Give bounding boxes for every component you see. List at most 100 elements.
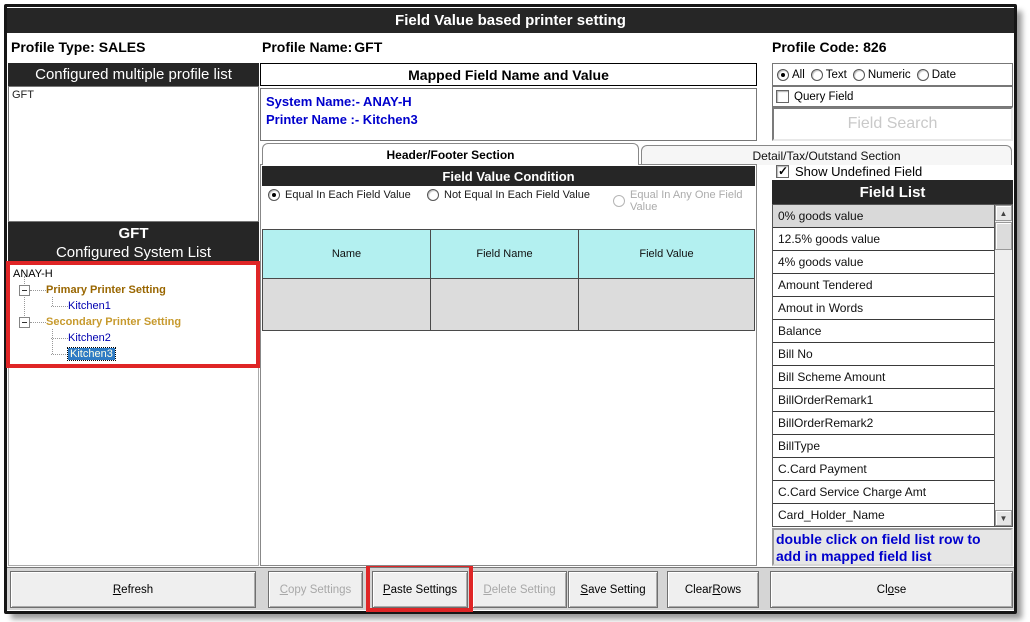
radio-numeric[interactable]: Numeric (852, 68, 911, 81)
field-list-rows[interactable]: 0% goods value 12.5% goods value 4% goods … (773, 205, 994, 526)
query-field-label: Query Field (794, 90, 854, 103)
radio-icon[interactable] (916, 68, 929, 81)
field-list-item[interactable]: Bill No (773, 343, 994, 366)
tree-group-secondary[interactable]: Secondary Printer Setting (19, 314, 181, 330)
field-list-item[interactable]: 0% goods value (773, 205, 994, 228)
tree-group-label: Primary Printer Setting (46, 284, 166, 296)
title-bar: Field Value based printer setting (7, 8, 1014, 33)
table-cell[interactable] (579, 279, 755, 331)
table-cell[interactable] (431, 279, 579, 331)
tree-item-kitchen1[interactable]: Kitchen1 (51, 298, 111, 314)
field-list-item[interactable]: 4% goods value (773, 251, 994, 274)
tree-connector (30, 321, 46, 323)
field-list-item[interactable]: 12.5% goods value (773, 228, 994, 251)
paste-settings-button[interactable]: Paste Settings (372, 571, 468, 608)
radio-all[interactable]: All (777, 68, 805, 81)
tree-connector (51, 337, 68, 339)
field-list-header-label: Field List (859, 183, 926, 201)
profile-listbox[interactable]: GFT (8, 86, 259, 222)
field-type-filter: All Text Numeric Date (772, 63, 1013, 86)
profile-list-item[interactable]: GFT (12, 89, 255, 101)
tree-item-kitchen3[interactable]: Kitchen3 (51, 346, 116, 362)
tree-connector (51, 305, 68, 307)
table-header-row: Name Field Name Field Value (262, 229, 755, 279)
field-list-item[interactable]: BillOrderRemark1 (773, 389, 994, 412)
radio-not-equal-in-each-field[interactable]: Not Equal In Each Field Value (427, 189, 602, 201)
header-footer-tab-page: Field Value Condition Equal In Each Fiel… (260, 164, 757, 566)
radio-equal-in-each-field[interactable]: Equal In Each Field Value (268, 189, 413, 201)
tree-root-label: ANAY-H (13, 268, 53, 280)
system-list-title: GFT (118, 224, 149, 242)
field-list-item[interactable]: BillType (773, 435, 994, 458)
mapped-field-header: Mapped Field Name and Value (260, 63, 757, 86)
field-list-item[interactable]: Card_Holder_Name (773, 504, 994, 526)
radio-icon (613, 195, 625, 207)
tree-connector (51, 353, 68, 355)
field-list-item[interactable]: Balance (773, 320, 994, 343)
field-list-item[interactable]: C.Card Payment (773, 458, 994, 481)
tab-header-footer-section[interactable]: Header/Footer Section (262, 143, 639, 165)
tree-root-node[interactable]: ANAY-H (13, 266, 53, 282)
checkbox-checked-icon[interactable] (776, 164, 789, 178)
configured-system-tree[interactable]: ANAY-H Primary Printer Setting Kitchen1 … (8, 263, 259, 566)
radio-icon[interactable] (427, 189, 439, 201)
table-cell[interactable] (262, 279, 431, 331)
delete-setting-button: Delete Setting (472, 571, 567, 608)
system-list-subtitle: Configured System List (55, 243, 212, 261)
profile-code-value: 826 (863, 39, 887, 55)
radio-text[interactable]: Text (810, 68, 847, 81)
clear-rows-button[interactable]: Clear Rows (667, 571, 759, 608)
scroll-up-icon[interactable]: ▲ (995, 205, 1012, 221)
collapse-icon[interactable] (19, 284, 30, 296)
field-list-item[interactable]: Amout in Words (773, 297, 994, 320)
field-list[interactable]: 0% goods value 12.5% goods value 4% goods … (772, 204, 1013, 527)
printer-name-line: Printer Name :- Kitchen3 (266, 112, 418, 127)
radio-label: All (792, 68, 805, 81)
table-row[interactable] (262, 279, 755, 331)
field-value-condition-label: Field Value Condition (442, 168, 575, 184)
profile-code-label: Profile Code: (772, 39, 860, 55)
field-value-condition-header: Field Value Condition (262, 166, 755, 186)
scrollbar-thumb[interactable] (995, 222, 1012, 250)
field-list-item[interactable]: Bill Scheme Amount (773, 366, 994, 389)
radio-label: Text (825, 68, 847, 81)
profile-name-label: Profile Name: (262, 39, 353, 55)
tree-item-kitchen2[interactable]: Kitchen2 (51, 330, 111, 346)
show-undefined-label: Show Undefined Field (795, 163, 923, 179)
printer-setting-dialog: Field Value based printer setting Profil… (4, 4, 1017, 614)
field-list-item[interactable]: C.Card Service Charge Amt (773, 481, 994, 504)
profile-list-header-label: Configured multiple profile list (35, 66, 232, 83)
checkbox-icon[interactable] (776, 90, 789, 103)
field-search-box (772, 107, 1013, 141)
tree-item-label: Kitchen2 (68, 332, 111, 344)
field-list-scrollbar[interactable]: ▲ ▼ (994, 205, 1012, 526)
close-button[interactable]: Cl o se (770, 571, 1013, 608)
tree-item-label: Kitchen1 (68, 300, 111, 312)
query-field-option[interactable]: Query Field (772, 86, 1013, 107)
scroll-down-icon[interactable]: ▼ (995, 510, 1012, 526)
button-bar: Refresh Copy Settings Paste Settings Del… (7, 567, 1014, 610)
field-list-item[interactable]: Amount Tendered (773, 274, 994, 297)
profile-type: Profile Type: SALES (11, 36, 145, 58)
profile-type-label: Profile Type: (11, 39, 95, 55)
radio-date[interactable]: Date (916, 68, 956, 81)
field-search-input (774, 109, 1011, 139)
save-setting-button[interactable]: Save Setting (568, 571, 658, 608)
radio-label: Equal In Each Field Value (285, 189, 411, 201)
tree-group-label: Secondary Printer Setting (46, 316, 182, 328)
tab-detail-tax-outstand-section[interactable]: Detail/Tax/Outstand Section (641, 145, 1012, 165)
tab-label: Header/Footer Section (386, 147, 515, 162)
tree-item-label-selected: Kitchen3 (67, 347, 116, 361)
column-header-name: Name (262, 229, 431, 279)
radio-equal-in-any-one-field: Equal In Any One Field Value (613, 189, 753, 213)
radio-icon[interactable] (852, 68, 865, 81)
collapse-icon[interactable] (19, 316, 30, 328)
radio-icon[interactable] (268, 189, 280, 201)
refresh-button[interactable]: Refresh (10, 571, 256, 608)
profile-list-header: Configured multiple profile list (8, 63, 259, 86)
field-list-item[interactable]: BillOrderRemark2 (773, 412, 994, 435)
radio-icon[interactable] (810, 68, 823, 81)
mapped-field-table[interactable]: Name Field Name Field Value (262, 229, 755, 331)
tree-group-primary[interactable]: Primary Printer Setting (19, 282, 166, 298)
radio-icon[interactable] (777, 68, 789, 81)
